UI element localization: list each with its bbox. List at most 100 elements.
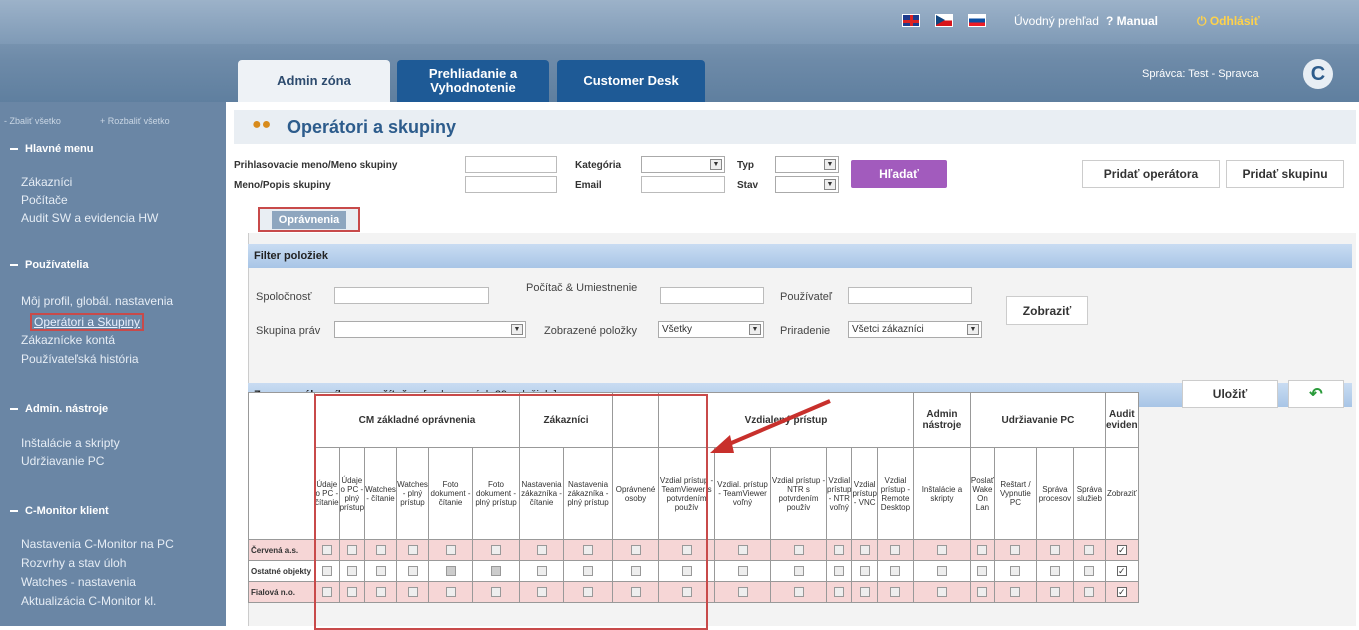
category-select[interactable]: ▼	[641, 156, 725, 173]
permission-checkbox[interactable]	[977, 566, 988, 576]
permission-checkbox[interactable]	[445, 566, 456, 576]
sidebar-item-audit[interactable]: Audit SW a evidencia HW	[21, 211, 158, 225]
permission-checkbox[interactable]	[346, 566, 357, 576]
undo-arrow-icon[interactable]: ↶	[1288, 380, 1344, 408]
permission-checkbox[interactable]	[1084, 545, 1095, 555]
permission-checkbox[interactable]	[793, 566, 804, 576]
add-operator-button[interactable]: Pridať operátora	[1082, 160, 1220, 188]
email-input[interactable]	[641, 176, 725, 193]
tab-admin-zone[interactable]: Admin zóna	[238, 60, 390, 102]
permission-checkbox[interactable]	[445, 545, 456, 555]
permission-checkbox[interactable]	[630, 587, 641, 597]
permission-checkbox[interactable]: ✓	[1116, 545, 1127, 555]
type-select[interactable]: ▼	[775, 156, 839, 173]
permission-checkbox[interactable]	[1010, 587, 1021, 597]
permission-checkbox[interactable]	[977, 545, 988, 555]
permission-checkbox[interactable]	[583, 587, 594, 597]
permission-checkbox[interactable]	[583, 545, 594, 555]
overview-link[interactable]: Úvodný prehľad	[1014, 14, 1099, 28]
czech-flag-icon[interactable]	[935, 14, 953, 27]
english-flag-icon[interactable]	[902, 14, 920, 27]
tab-browse-evaluate[interactable]: Prehliadanie a Vyhodnotenie	[397, 60, 549, 102]
group-name-input[interactable]	[465, 176, 557, 193]
rights-group-select[interactable]: ▼	[334, 321, 526, 338]
sidebar-item-profile[interactable]: Môj profil, globál. nastavenia	[21, 294, 173, 308]
sidebar-group-main-menu[interactable]: Hlavné menu	[0, 136, 226, 162]
permission-checkbox[interactable]	[890, 545, 901, 555]
sidebar-item-update[interactable]: Aktualizácia C-Monitor kl.	[21, 594, 156, 608]
sidebar-item-cmonitor-settings[interactable]: Nastavenia C-Monitor na PC	[21, 537, 174, 551]
sidebar-item-pc-maintenance[interactable]: Udržiavanie PC	[21, 454, 104, 468]
permission-checkbox[interactable]	[321, 587, 332, 597]
tab-customer-desk[interactable]: Customer Desk	[557, 60, 705, 102]
permission-checkbox[interactable]	[536, 587, 547, 597]
sidebar-item-customers[interactable]: Zákazníci	[21, 175, 72, 189]
assignment-select[interactable]: Všetci zákazníci ▼	[848, 321, 982, 338]
login-input[interactable]	[465, 156, 557, 173]
permission-checkbox[interactable]	[407, 545, 418, 555]
permission-checkbox[interactable]	[890, 566, 901, 576]
permission-checkbox[interactable]	[1084, 587, 1095, 597]
slovak-flag-icon[interactable]	[968, 14, 986, 27]
permission-checkbox[interactable]	[491, 566, 502, 576]
permission-checkbox[interactable]	[737, 545, 748, 555]
permission-checkbox[interactable]	[583, 566, 594, 576]
permission-checkbox[interactable]	[407, 587, 418, 597]
permission-checkbox[interactable]: ✓	[1116, 587, 1127, 597]
permission-checkbox[interactable]	[890, 587, 901, 597]
permission-checkbox[interactable]	[681, 587, 692, 597]
sidebar-group-admin-tools[interactable]: Admin. nástroje	[0, 396, 226, 422]
permission-checkbox[interactable]	[536, 566, 547, 576]
permission-checkbox[interactable]	[737, 566, 748, 576]
permission-checkbox[interactable]	[630, 545, 641, 555]
permission-checkbox[interactable]	[681, 545, 692, 555]
permission-checkbox[interactable]	[346, 545, 357, 555]
permission-checkbox[interactable]	[1010, 545, 1021, 555]
permission-checkbox[interactable]	[936, 545, 947, 555]
expand-all-link[interactable]: + Rozbaliť všetko	[100, 116, 170, 126]
permission-checkbox[interactable]	[1010, 566, 1021, 576]
permission-checkbox[interactable]	[1049, 566, 1060, 576]
permission-checkbox[interactable]	[737, 587, 748, 597]
permission-checkbox[interactable]	[977, 587, 988, 597]
permission-checkbox[interactable]	[536, 545, 547, 555]
permission-checkbox[interactable]	[859, 566, 870, 576]
permission-checkbox[interactable]	[834, 566, 845, 576]
sidebar-item-computers[interactable]: Počítače	[21, 193, 68, 207]
permission-checkbox[interactable]	[1084, 566, 1095, 576]
status-select[interactable]: ▼	[775, 176, 839, 193]
sidebar-item-schedules[interactable]: Rozvrhy a stav úloh	[21, 556, 126, 570]
permission-checkbox[interactable]	[1049, 545, 1060, 555]
add-group-button[interactable]: Pridať skupinu	[1226, 160, 1344, 188]
permission-checkbox[interactable]	[491, 545, 502, 555]
logout-link[interactable]: ⏻ Odhlásiť	[1197, 14, 1260, 29]
permission-checkbox[interactable]: ✓	[1116, 566, 1127, 576]
permission-checkbox[interactable]	[321, 566, 332, 576]
tab-permissions[interactable]: Oprávnenia	[258, 207, 360, 232]
search-button[interactable]: Hľadať	[851, 160, 947, 188]
save-button[interactable]: Uložiť	[1182, 380, 1278, 408]
permission-checkbox[interactable]	[491, 587, 502, 597]
sidebar-item-installs[interactable]: Inštalácie a skripty	[21, 436, 120, 450]
sidebar-item-watches[interactable]: Watches - nastavenia	[21, 575, 136, 589]
permission-checkbox[interactable]	[346, 587, 357, 597]
permission-checkbox[interactable]	[834, 587, 845, 597]
permission-checkbox[interactable]	[375, 545, 386, 555]
permission-checkbox[interactable]	[375, 566, 386, 576]
permission-checkbox[interactable]	[681, 566, 692, 576]
permission-checkbox[interactable]	[630, 566, 641, 576]
permission-checkbox[interactable]	[445, 587, 456, 597]
company-input[interactable]	[334, 287, 489, 304]
permission-checkbox[interactable]	[793, 587, 804, 597]
shown-items-select[interactable]: Všetky ▼	[658, 321, 764, 338]
permission-checkbox[interactable]	[407, 566, 418, 576]
collapse-all-link[interactable]: - Zbaliť všetko	[4, 116, 61, 126]
sidebar-item-customer-accounts[interactable]: Zákaznícke kontá	[21, 333, 115, 347]
sidebar-group-users[interactable]: Používatelia	[0, 252, 226, 278]
manual-link[interactable]: ? Manual	[1106, 14, 1158, 28]
computer-input[interactable]	[660, 287, 764, 304]
user-input[interactable]	[848, 287, 972, 304]
permission-checkbox[interactable]	[321, 545, 332, 555]
permission-checkbox[interactable]	[1049, 587, 1060, 597]
permission-checkbox[interactable]	[859, 545, 870, 555]
